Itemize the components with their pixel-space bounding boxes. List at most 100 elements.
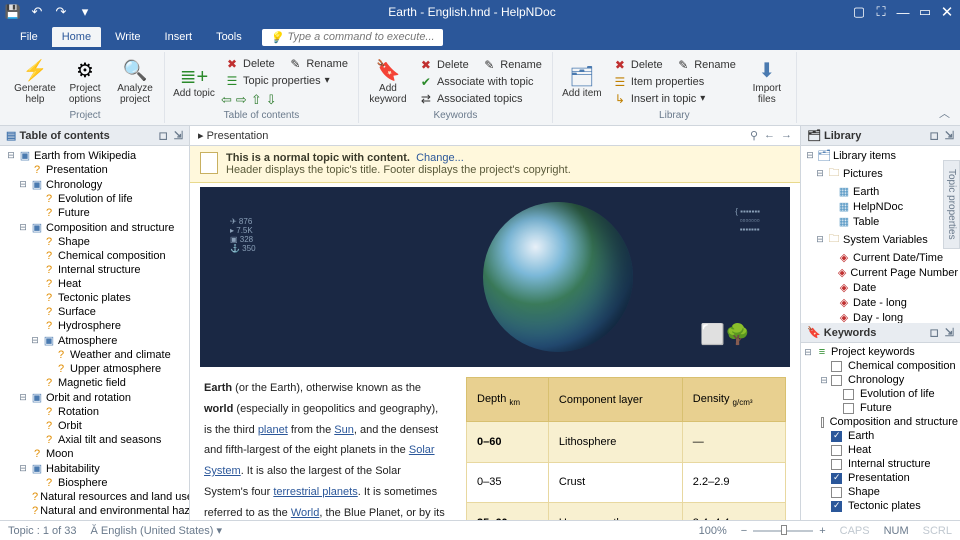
keyword-item[interactable]: Earth: [803, 429, 958, 443]
save-icon[interactable]: 💾: [6, 5, 20, 19]
toc-item[interactable]: ?Evolution of life: [2, 192, 187, 206]
toc-item[interactable]: ?Future: [2, 206, 187, 220]
topic-properties-tab[interactable]: Topic properties: [943, 160, 960, 249]
toc-item[interactable]: ?Chemical composition: [2, 249, 187, 263]
pin2-icon[interactable]: ⇲: [945, 129, 954, 142]
toc-item[interactable]: ?Weather and climate: [2, 348, 187, 362]
toc-item[interactable]: ?Presentation: [2, 163, 187, 177]
help-icon[interactable]: ▢: [852, 5, 866, 19]
library-item[interactable]: ◈Date: [803, 280, 958, 295]
library-item[interactable]: ◈Current Page Number: [803, 265, 958, 280]
close-icon[interactable]: ✕: [940, 5, 954, 19]
link-world[interactable]: World: [291, 507, 320, 519]
topic-properties-button[interactable]: ☰Topic properties ▾: [221, 73, 352, 89]
toc-item[interactable]: ?Upper atmosphere: [2, 362, 187, 376]
pin2-icon[interactable]: ⇲: [945, 326, 954, 339]
project-options-button[interactable]: ⚙Project options: [62, 54, 108, 109]
analyze-project-button[interactable]: 🔍Analyze project: [112, 54, 158, 109]
toc-item[interactable]: ?Biosphere: [2, 476, 187, 490]
toc-item[interactable]: ?Axial tilt and seasons: [2, 433, 187, 447]
insert-in-topic-button[interactable]: ↳Insert in topic ▾: [609, 91, 740, 107]
toc-item[interactable]: ?Rotation: [2, 405, 187, 419]
toc-item[interactable]: ?Shape: [2, 235, 187, 249]
library-item[interactable]: ◈Day - long: [803, 310, 958, 323]
redo-icon[interactable]: ↷: [54, 5, 68, 19]
nav-back-icon[interactable]: ←: [764, 129, 775, 142]
toc-item[interactable]: ?Heat: [2, 277, 187, 291]
toc-item[interactable]: ?Internal structure: [2, 263, 187, 277]
info-change-link[interactable]: Change...: [416, 152, 464, 164]
maximize-icon[interactable]: ▭: [918, 5, 932, 19]
editor-content[interactable]: ✈ 876▸ 7.5K▣ 328⚓ 350 { ▪▪▪▪▪▪▪ ▫▫▫▫▫▫▫ …: [190, 183, 800, 520]
lib-delete-button[interactable]: ✖Delete ✎Rename: [609, 57, 740, 73]
library-item[interactable]: ⊟🗀Pictures: [803, 163, 958, 184]
minimize-icon[interactable]: —: [896, 5, 910, 19]
qat-dropdown-icon[interactable]: ▾: [78, 5, 92, 19]
toc-delete-button[interactable]: ✖Delete ✎Rename: [221, 56, 352, 72]
library-item[interactable]: ⊟🗂Library items: [803, 148, 958, 163]
toc-item[interactable]: ⊟▣Chronology: [2, 177, 187, 192]
breadcrumb[interactable]: Presentation: [207, 130, 269, 142]
tab-file[interactable]: File: [10, 27, 48, 47]
status-lang[interactable]: Ᾰ English (United States) ▾: [91, 524, 222, 537]
fullscreen-icon[interactable]: ⛶: [874, 5, 888, 19]
tab-insert[interactable]: Insert: [155, 27, 203, 47]
generate-help-button[interactable]: ⚡Generate help: [12, 54, 58, 109]
toc-tree[interactable]: ⊟▣Earth from Wikipedia?Presentation⊟▣Chr…: [0, 146, 189, 520]
ribbon-collapse-icon[interactable]: ︿: [935, 103, 954, 123]
toc-item[interactable]: ?Natural and environmental haza: [2, 504, 187, 518]
keyword-item[interactable]: Composition and structure: [803, 415, 958, 429]
toc-item[interactable]: ?Hydrosphere: [2, 319, 187, 333]
keyword-item[interactable]: Tectonic plates: [803, 499, 958, 513]
keyword-item[interactable]: Chemical composition: [803, 359, 958, 373]
toc-item[interactable]: ⊟▣Orbit and rotation: [2, 390, 187, 405]
pin-icon[interactable]: ◻: [159, 129, 168, 142]
associated-topics-button[interactable]: ⇄Associated topics: [415, 91, 546, 107]
keyword-item[interactable]: Internal structure: [803, 457, 958, 471]
toc-item[interactable]: ?Orbit: [2, 419, 187, 433]
pin-icon[interactable]: ◻: [930, 326, 939, 339]
toc-item[interactable]: ?Surface: [2, 305, 187, 319]
undo-icon[interactable]: ↶: [30, 5, 44, 19]
toc-item[interactable]: ⊟▣Atmosphere: [2, 333, 187, 348]
add-item-button[interactable]: 🗂Add item: [559, 54, 605, 109]
library-item[interactable]: ▦Earth: [803, 184, 958, 199]
toc-item[interactable]: ⊟▣Habitability: [2, 461, 187, 476]
keyword-root[interactable]: ⊟≡Project keywords: [803, 345, 958, 359]
keyword-item[interactable]: Evolution of life: [803, 387, 958, 401]
library-item[interactable]: ▦Table: [803, 214, 958, 229]
toc-item[interactable]: ?Tectonic plates: [2, 291, 187, 305]
nav-fwd-icon[interactable]: →: [781, 129, 792, 142]
library-item[interactable]: ◈Date - long: [803, 295, 958, 310]
kw-delete-button[interactable]: ✖Delete ✎Rename: [415, 57, 546, 73]
add-keyword-button[interactable]: 🔖Add keyword: [365, 54, 411, 109]
keyword-item[interactable]: Future: [803, 401, 958, 415]
toc-item[interactable]: ?Magnetic field: [2, 376, 187, 390]
add-topic-button[interactable]: ≣+Add topic: [171, 54, 217, 109]
toc-item[interactable]: ⊟▣Composition and structure: [2, 220, 187, 235]
keywords-tree[interactable]: ⊟≡Project keywordsChemical composition⊟C…: [801, 343, 960, 520]
library-item[interactable]: ◈Current Date/Time: [803, 250, 958, 265]
toc-item[interactable]: ?Natural resources and land use: [2, 490, 187, 504]
link-terrestrial[interactable]: terrestrial planets: [273, 486, 357, 498]
library-tree[interactable]: ⊟🗂Library items⊟🗀Pictures▦Earth▦HelpNDoc…: [801, 146, 960, 323]
toc-move-buttons[interactable]: ⇦⇨⇧⇩: [221, 90, 352, 108]
library-item[interactable]: ▦HelpNDoc: [803, 199, 958, 214]
library-item[interactable]: ⊟🗀System Variables: [803, 229, 958, 250]
tab-write[interactable]: Write: [105, 27, 150, 47]
link-planet[interactable]: planet: [258, 424, 288, 436]
nav-pin-icon[interactable]: ⚲: [750, 129, 758, 142]
zoom-slider[interactable]: −+: [741, 525, 826, 537]
associate-topic-button[interactable]: ✔Associate with topic: [415, 74, 546, 90]
pin2-icon[interactable]: ⇲: [174, 129, 183, 142]
toc-item[interactable]: ⊟▣Earth from Wikipedia: [2, 148, 187, 163]
keyword-item[interactable]: Heat: [803, 443, 958, 457]
pin-icon[interactable]: ◻: [930, 129, 939, 142]
keyword-item[interactable]: Shape: [803, 485, 958, 499]
toc-item[interactable]: ?Moon: [2, 447, 187, 461]
tab-home[interactable]: Home: [52, 27, 101, 47]
item-properties-button[interactable]: ☰Item properties: [609, 74, 740, 90]
keyword-item[interactable]: ⊟Chronology: [803, 373, 958, 387]
import-files-button[interactable]: ⬇Import files: [744, 54, 790, 109]
keyword-item[interactable]: Presentation: [803, 471, 958, 485]
